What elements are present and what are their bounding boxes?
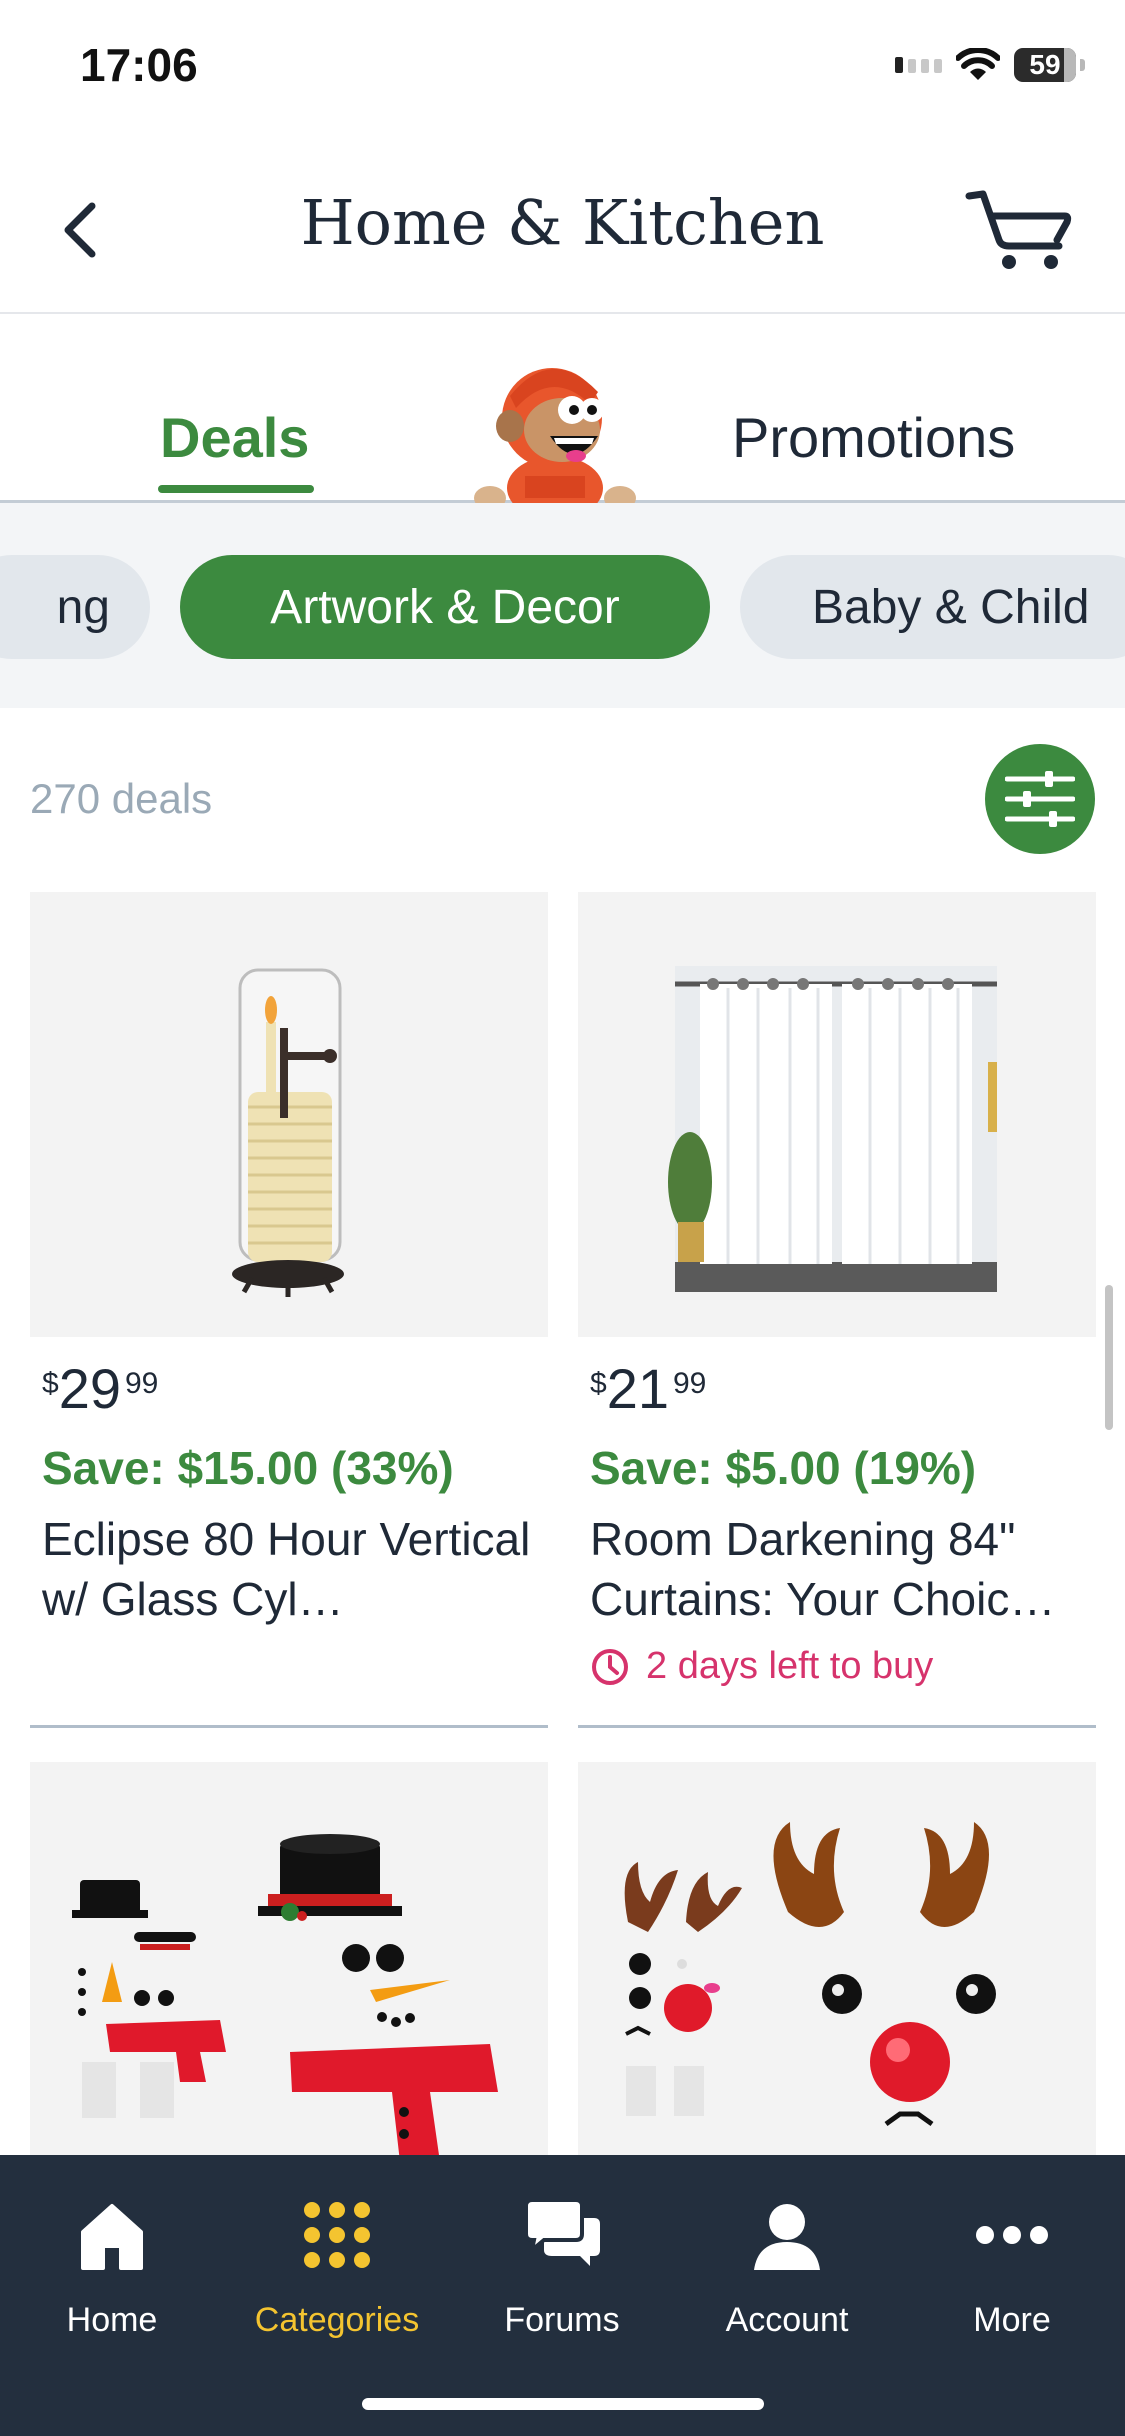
nav-account-label: Account — [725, 2301, 849, 2339]
battery-level: 59 — [1029, 49, 1061, 80]
product-card[interactable]: $ 21 99 Save: $5.00 (19%) Room Darkening… — [578, 892, 1096, 1688]
chip-baby-child[interactable]: Baby & Child — [740, 555, 1125, 659]
nav-more[interactable]: More — [922, 2195, 1102, 2340]
product-card[interactable] — [578, 1762, 1096, 2162]
sliders-icon — [1005, 771, 1075, 827]
chip-artwork-decor[interactable]: Artwork & Decor — [180, 555, 710, 659]
candle-image — [232, 968, 344, 1297]
scrollbar[interactable] — [1105, 1285, 1113, 1430]
active-tab-indicator — [158, 485, 314, 493]
chat-icon — [524, 2200, 600, 2266]
product-savings: Save: $5.00 (19%) — [590, 1442, 977, 1494]
product-card[interactable]: $ 29 99 Save: $15.00 (33%) Eclipse 80 Ho… — [30, 892, 548, 1629]
product-image-candle[interactable] — [30, 892, 548, 1337]
nav-home[interactable]: Home — [22, 2195, 202, 2340]
clock-icon — [592, 1648, 628, 1685]
more-icon — [976, 2226, 1048, 2244]
price-cents: 99 — [124, 1367, 159, 1400]
nav-categories[interactable]: Categories — [247, 2195, 427, 2340]
product-savings: Save: $15.00 (33%) — [42, 1442, 454, 1494]
price-whole: 21 — [606, 1357, 669, 1420]
nav-home-label: Home — [66, 2301, 158, 2339]
tab-promotions[interactable]: Promotions — [732, 405, 1015, 470]
tab-deals[interactable]: Deals — [160, 405, 309, 470]
card-divider — [578, 1725, 1096, 1728]
deals-count: 270 deals — [30, 775, 213, 822]
wifi-icon — [956, 48, 1000, 80]
curtains-image — [668, 966, 997, 1292]
nav-categories-label: Categories — [254, 2301, 420, 2339]
price-cents: 99 — [672, 1367, 707, 1400]
product-card[interactable] — [30, 1762, 548, 2162]
price-symbol: $ — [590, 1367, 607, 1400]
cart-icon — [965, 190, 1072, 269]
time-left-text: 2 days left to buy — [646, 1645, 934, 1687]
filter-button[interactable] — [985, 744, 1095, 854]
nav-forums-label: Forums — [504, 2301, 620, 2339]
battery-tip — [1080, 59, 1085, 71]
product-title[interactable]: Eclipse 80 Hour Vertical w/ Glass Cyl… — [42, 1509, 547, 1629]
chip-previous[interactable]: ng — [0, 555, 150, 659]
price-whole: 29 — [58, 1357, 121, 1420]
product-image-reindeer[interactable] — [578, 1762, 1096, 2162]
bottom-navigation: Home Categories Forums Account More — [0, 2155, 1125, 2436]
status-time: 17:06 — [80, 39, 198, 91]
app-header: Home & Kitchen — [0, 150, 1125, 314]
status-icons: 59 — [895, 48, 1085, 82]
product-price: $ 29 99 — [42, 1359, 548, 1419]
home-icon — [81, 2204, 143, 2270]
cellular-signal-icon — [895, 57, 942, 73]
monkey-mascot-icon — [474, 368, 636, 518]
product-price: $ 21 99 — [590, 1359, 1096, 1419]
product-title[interactable]: Room Darkening 84" Curtains: Your Choic… — [590, 1509, 1095, 1629]
nav-forums[interactable]: Forums — [472, 2195, 652, 2340]
nav-account[interactable]: Account — [697, 2195, 877, 2340]
product-image-curtains[interactable] — [578, 892, 1096, 1337]
nav-more-label: More — [973, 2301, 1051, 2339]
reindeer-stickers-image — [624, 1822, 996, 2127]
card-divider — [30, 1725, 548, 1728]
battery-icon: 59 — [1014, 48, 1076, 82]
home-indicator[interactable] — [362, 2398, 764, 2410]
person-icon — [754, 2204, 820, 2270]
snowman-stickers-image — [72, 1834, 498, 2162]
page-title: Home & Kitchen — [300, 186, 825, 259]
cart-button[interactable] — [965, 182, 1075, 272]
product-image-snowman[interactable] — [30, 1762, 548, 2162]
grid-icon — [304, 2202, 370, 2268]
price-symbol: $ — [42, 1367, 59, 1400]
deal-timer: 2 days left to buy — [590, 1645, 1096, 1688]
